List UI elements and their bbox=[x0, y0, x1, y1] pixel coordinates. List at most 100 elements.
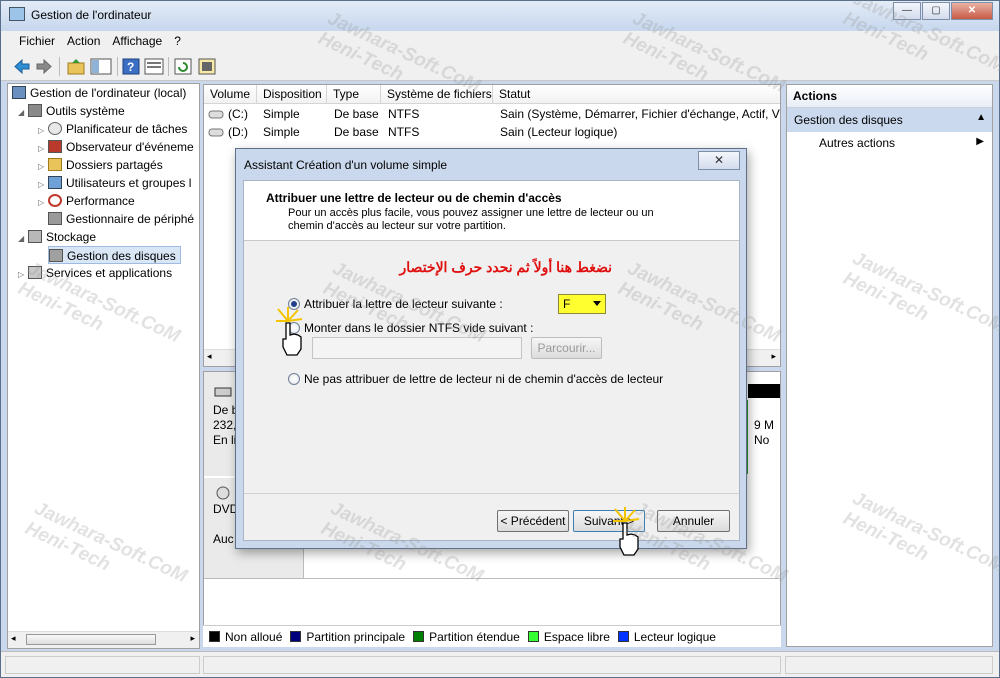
volume-fs: NTFS bbox=[388, 125, 420, 139]
annotation-text: نضغط هنا أولاً ثم نحدد حرف الإختصار bbox=[399, 259, 612, 275]
up-folder-icon[interactable] bbox=[67, 58, 85, 75]
scroll-right-icon[interactable]: ▸ bbox=[771, 351, 776, 362]
col-type[interactable]: Type bbox=[327, 85, 381, 104]
tree-system-tools[interactable]: ◢ Outils système bbox=[18, 102, 125, 120]
disk-management-icon bbox=[49, 249, 63, 262]
forward-arrow-icon[interactable] bbox=[35, 58, 53, 75]
legend-swatch bbox=[209, 631, 220, 642]
clock-icon bbox=[48, 122, 62, 135]
col-status[interactable]: Statut bbox=[493, 85, 780, 104]
unallocated-status: No bbox=[754, 433, 770, 447]
dialog-close-button[interactable]: ✕ bbox=[698, 151, 740, 170]
menu-fichier[interactable]: Fichier bbox=[13, 31, 61, 52]
menu-action[interactable]: Action bbox=[61, 31, 106, 52]
footer-divider bbox=[244, 493, 739, 494]
tree-device-manager[interactable]: Gestionnaire de périphé bbox=[48, 210, 194, 228]
properties-icon[interactable] bbox=[144, 58, 164, 75]
status-cell bbox=[203, 656, 781, 674]
dialog-body: Attribuer une lettre de lecteur ou de ch… bbox=[243, 180, 740, 541]
col-filesystem[interactable]: Système de fichiers bbox=[381, 85, 493, 104]
volume-fs: NTFS bbox=[388, 107, 420, 121]
dvd-status: Auc bbox=[213, 532, 234, 546]
tree-task-scheduler[interactable]: ▷ Planificateur de tâches bbox=[38, 120, 187, 138]
collapse-up-icon[interactable]: ▲ bbox=[976, 112, 986, 123]
scroll-left-icon[interactable]: ◂ bbox=[11, 633, 16, 644]
window-title: Gestion de l'ordinateur bbox=[31, 8, 152, 22]
legend-free-space: Espace libre bbox=[527, 629, 610, 644]
legend-label: Lecteur logique bbox=[633, 629, 716, 644]
tools-icon bbox=[28, 104, 42, 117]
scrollbar-thumb[interactable] bbox=[26, 634, 156, 645]
no-letter-radio[interactable] bbox=[288, 373, 300, 385]
dvd-icon bbox=[214, 486, 232, 503]
drive-letter-select[interactable]: F bbox=[558, 294, 606, 314]
click-hand-cursor-icon bbox=[276, 307, 303, 356]
tree-root[interactable]: Gestion de l'ordinateur (local) bbox=[12, 84, 186, 102]
tree-horizontal-scrollbar[interactable]: ◂ ▸ bbox=[8, 631, 199, 648]
legend-label: Non alloué bbox=[225, 629, 283, 644]
back-button[interactable]: < Précédent bbox=[497, 510, 569, 532]
scroll-left-icon[interactable]: ◂ bbox=[207, 351, 212, 362]
expand-arrow-icon[interactable]: ▷ bbox=[38, 194, 48, 212]
minimize-button[interactable]: — bbox=[893, 2, 921, 20]
legend-swatch bbox=[290, 631, 302, 642]
actions-more[interactable]: Autres actions ▶ bbox=[787, 132, 992, 154]
tree-disk-management[interactable]: Gestion des disques bbox=[48, 246, 181, 264]
title-bar: Gestion de l'ordinateur — ▢ ✕ bbox=[1, 1, 999, 29]
menu-bar: Fichier Action Affichage ? bbox=[1, 31, 999, 52]
computer-management-icon bbox=[9, 7, 25, 21]
expand-arrow-icon[interactable]: ▷ bbox=[18, 266, 28, 284]
console-tree: Gestion de l'ordinateur (local) ◢ Outils … bbox=[7, 83, 200, 649]
legend-extended: Partition étendue bbox=[413, 630, 520, 644]
actions-section-disk-management[interactable]: Gestion des disques ▲ bbox=[787, 108, 992, 132]
status-cell bbox=[785, 656, 993, 674]
menu-help[interactable]: ? bbox=[168, 31, 187, 52]
help-icon[interactable]: ? bbox=[122, 58, 140, 75]
legend-label: Espace libre bbox=[543, 629, 610, 644]
click-hand-cursor-icon bbox=[613, 507, 640, 556]
storage-icon bbox=[28, 230, 42, 243]
actions-more-label: Autres actions bbox=[819, 136, 896, 150]
legend-swatch bbox=[527, 631, 539, 642]
back-arrow-icon[interactable] bbox=[13, 58, 31, 75]
maximize-button[interactable]: ▢ bbox=[922, 2, 950, 20]
menu-affichage[interactable]: Affichage bbox=[106, 31, 168, 52]
cancel-button[interactable]: Annuler bbox=[657, 510, 730, 532]
close-button[interactable]: ✕ bbox=[951, 2, 993, 20]
tree-storage-label: Stockage bbox=[46, 230, 97, 244]
tree-local-users-label: Utilisateurs et groupes l bbox=[66, 176, 192, 190]
mount-folder-label: Monter dans le dossier NTFS vide suivant… bbox=[304, 321, 534, 335]
refresh-icon[interactable] bbox=[174, 58, 192, 75]
volume-status: Sain (Lecteur logique) bbox=[500, 125, 618, 139]
col-volume[interactable]: Volume bbox=[204, 85, 257, 104]
collapse-arrow-icon[interactable]: ◢ bbox=[18, 230, 28, 248]
tree-performance-label: Performance bbox=[66, 194, 135, 208]
dialog-description: Pour un accès plus facile, vous pouvez a… bbox=[288, 207, 654, 232]
volume-status: Sain (Système, Démarrer, Fichier d'échan… bbox=[500, 107, 781, 121]
folder-path-input[interactable] bbox=[312, 337, 522, 359]
legend-logical: Lecteur logique bbox=[617, 629, 716, 644]
toolbar-separator bbox=[59, 57, 60, 76]
disk0-icon bbox=[214, 386, 232, 400]
collapse-arrow-icon[interactable]: ◢ bbox=[18, 104, 28, 122]
tree-disk-management-label: Gestion des disques bbox=[67, 249, 176, 263]
tree-performance[interactable]: ▷ Performance bbox=[38, 192, 135, 210]
console-tree-icon[interactable] bbox=[90, 58, 112, 75]
tree-services-apps[interactable]: ▷ Services et applications bbox=[18, 264, 172, 282]
performance-icon bbox=[48, 194, 62, 207]
tree-event-viewer[interactable]: ▷ Observateur d'événeme bbox=[38, 138, 194, 156]
col-layout[interactable]: Disposition bbox=[257, 85, 327, 104]
scroll-right-icon[interactable]: ▸ bbox=[190, 633, 195, 644]
tree-storage[interactable]: ◢ Stockage bbox=[18, 228, 96, 246]
legend-swatch bbox=[413, 631, 425, 642]
legend-label: Partition principale bbox=[306, 629, 406, 644]
submenu-arrow-icon: ▶ bbox=[976, 136, 984, 147]
volume-type: De base bbox=[334, 107, 379, 121]
actions-header: Actions bbox=[787, 85, 992, 108]
toolbar-separator bbox=[168, 57, 169, 76]
disk-settings-icon[interactable] bbox=[198, 58, 216, 75]
tree-services-apps-label: Services et applications bbox=[46, 266, 173, 280]
tree-shared-folders[interactable]: ▷ Dossiers partagés bbox=[38, 156, 163, 174]
browse-button[interactable]: Parcourir... bbox=[531, 337, 602, 359]
tree-local-users[interactable]: ▷ Utilisateurs et groupes l bbox=[38, 174, 191, 192]
